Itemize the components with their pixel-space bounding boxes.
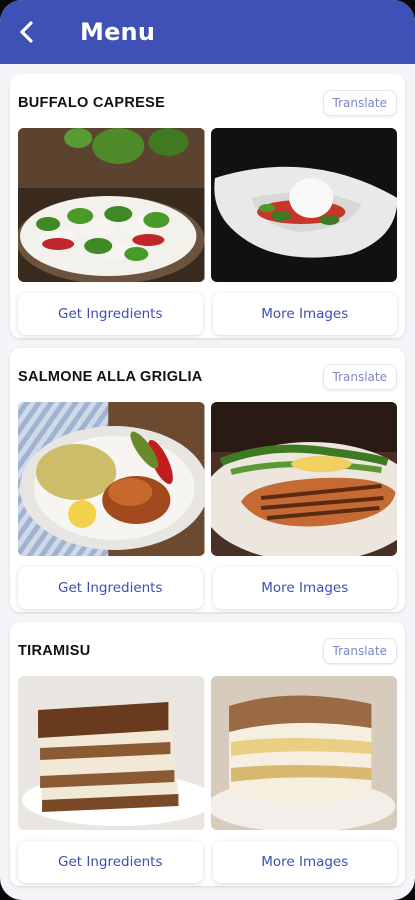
get-ingredients-button[interactable]: Get Ingredients: [18, 293, 203, 335]
translate-button[interactable]: Translate: [322, 638, 397, 664]
dish-name: BUFFALO CAPRESE: [18, 95, 166, 111]
caprese-plate-photo: [18, 128, 205, 282]
more-images-button[interactable]: More Images: [212, 293, 397, 335]
salmon-pasta-photo: [18, 402, 205, 556]
app-screen: Menu BUFFALO CAPRESE Translate Get Ingre…: [0, 0, 415, 900]
more-images-button[interactable]: More Images: [212, 567, 397, 609]
translate-button[interactable]: Translate: [322, 364, 397, 390]
dish-image[interactable]: [210, 402, 397, 556]
translate-button[interactable]: Translate: [322, 90, 397, 116]
get-ingredients-button[interactable]: Get Ingredients: [18, 567, 203, 609]
dish-image[interactable]: [18, 128, 205, 282]
tiramisu-slice-photo: [18, 676, 205, 830]
top-app-bar: Menu: [0, 0, 415, 64]
dish-image[interactable]: [18, 402, 205, 556]
burrata-plate-photo: [210, 128, 397, 282]
chevron-left-icon: [20, 21, 33, 43]
dish-card: SALMONE ALLA GRIGLIA Translate Get Ingre…: [10, 348, 405, 612]
dish-card: TIRAMISU Translate Get Ingredients More …: [10, 622, 405, 886]
page-title: Menu: [80, 18, 156, 46]
grilled-salmon-photo: [210, 402, 397, 556]
back-button[interactable]: [14, 19, 40, 45]
dish-name: TIRAMISU: [18, 643, 91, 659]
dish-name: SALMONE ALLA GRIGLIA: [18, 369, 203, 385]
more-images-button[interactable]: More Images: [212, 841, 397, 883]
tiramisu-plated-photo: [210, 676, 397, 830]
get-ingredients-button[interactable]: Get Ingredients: [18, 841, 203, 883]
dish-list: BUFFALO CAPRESE Translate Get Ingredient…: [0, 64, 415, 886]
dish-card: BUFFALO CAPRESE Translate Get Ingredient…: [10, 74, 405, 338]
dish-image[interactable]: [18, 676, 205, 830]
dish-image[interactable]: [210, 676, 397, 830]
dish-image[interactable]: [210, 128, 397, 282]
